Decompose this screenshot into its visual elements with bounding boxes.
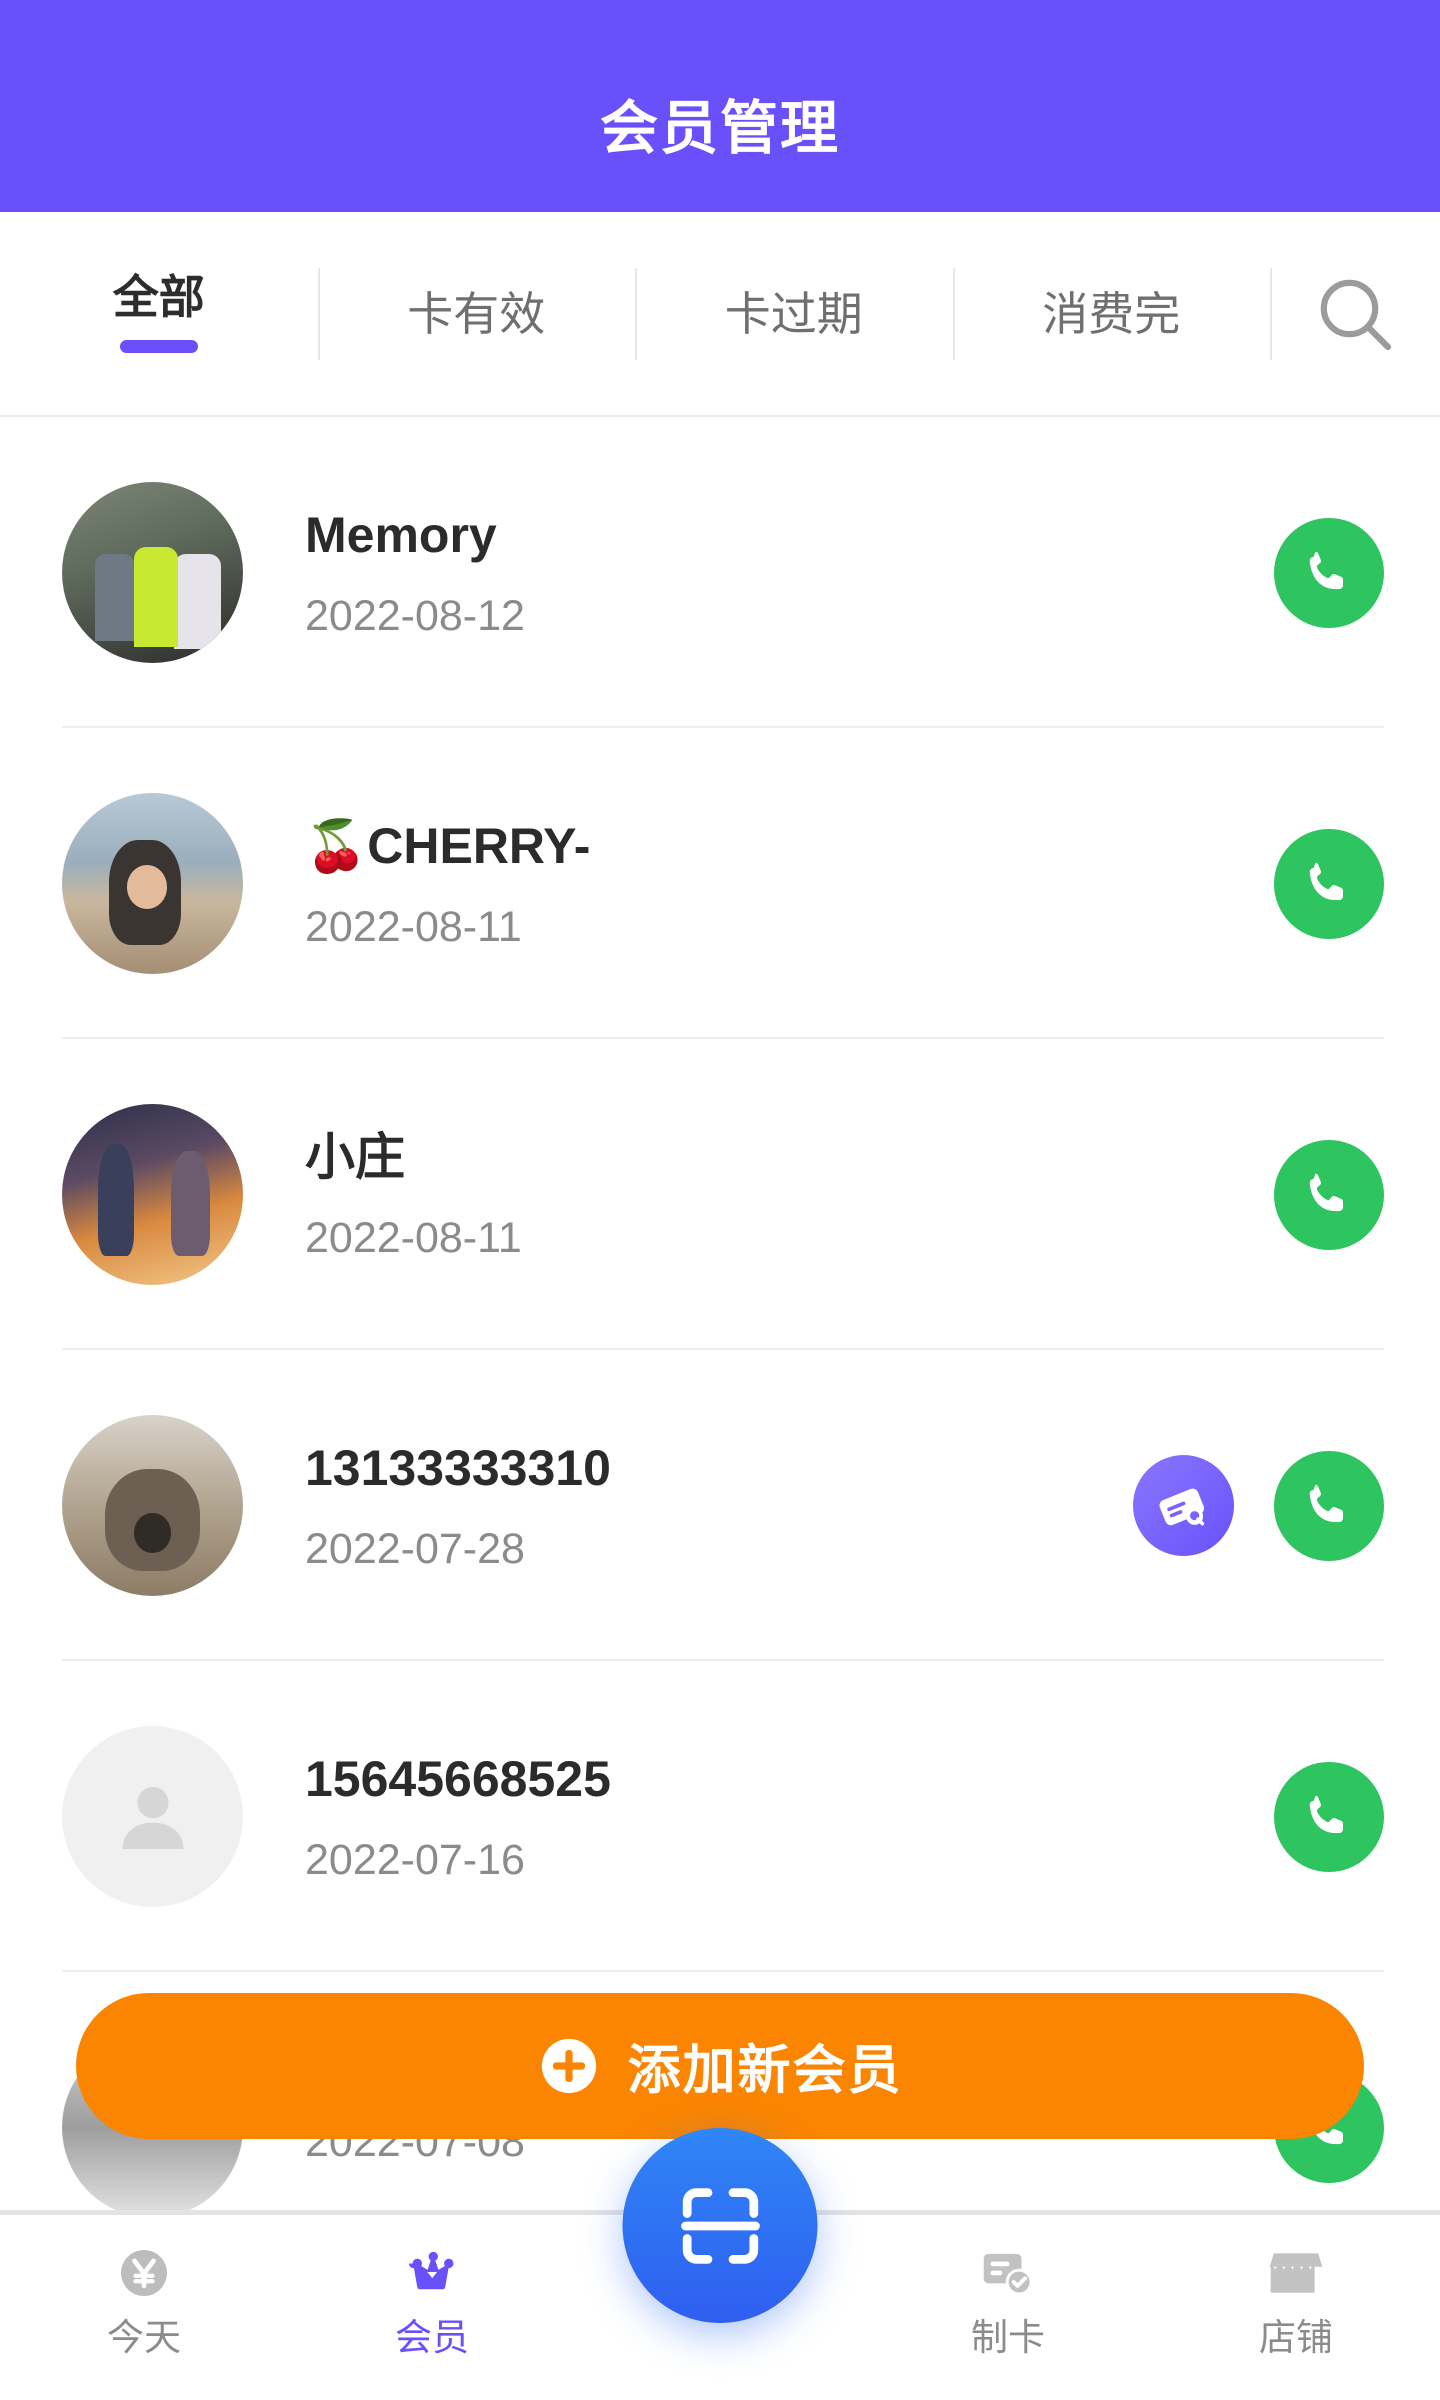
tab-card-expired[interactable]: 卡过期 — [635, 260, 953, 368]
search-icon — [1320, 279, 1392, 350]
tab-consumed[interactable]: 消费完 — [953, 260, 1271, 368]
call-button[interactable] — [1274, 828, 1384, 939]
phone-icon — [1309, 1173, 1343, 1211]
member-name: 🍒CHERRY- — [305, 818, 591, 875]
nav-item-store[interactable]: 店铺 — [1152, 2215, 1440, 2400]
tab-card-expired-label: 卡过期 — [724, 287, 863, 340]
call-button[interactable] — [1274, 517, 1384, 628]
member-name: 13133333310 — [305, 1440, 611, 1497]
page-title: 会员管理 — [599, 96, 840, 161]
table-row[interactable]: Memory 2022-08-12 — [0, 417, 1440, 728]
phone-icon — [1309, 1484, 1343, 1522]
member-date: 2022-08-12 — [305, 591, 525, 640]
member-name: 小庄 — [305, 1129, 405, 1186]
member-info: 🍒CHERRY- 2022-08-11 — [243, 818, 1274, 949]
member-info: 15645668525 2022-07-16 — [243, 1751, 1274, 1882]
filter-tabbar: 全部 卡有效 卡过期 消费完 — [0, 212, 1440, 417]
nav-item-make-card[interactable]: 制卡 — [864, 2215, 1152, 2400]
tab-active-indicator — [119, 340, 198, 353]
tab-card-valid-label: 卡有效 — [407, 287, 546, 340]
yen-circle-icon — [114, 2241, 174, 2305]
tab-consumed-label: 消费完 — [1042, 287, 1181, 340]
scan-icon — [680, 2187, 760, 2264]
member-info: 小庄 2022-08-11 — [243, 1129, 1274, 1260]
card-search-icon — [1158, 1488, 1204, 1525]
member-date: 2022-07-28 — [305, 1524, 525, 1573]
crown-icon — [401, 2241, 463, 2305]
table-row[interactable]: 🍒CHERRY- 2022-08-11 — [0, 728, 1440, 1039]
nav-label-make-card: 制卡 — [971, 2317, 1045, 2358]
add-member-button[interactable]: 添加新会员 — [76, 1993, 1364, 2139]
row-actions — [1274, 517, 1384, 628]
member-date: 2022-07-16 — [305, 1835, 525, 1884]
member-info: 13133333310 2022-07-28 — [243, 1440, 1133, 1571]
plus-circle-icon — [541, 2038, 596, 2094]
tab-card-valid[interactable]: 卡有效 — [318, 260, 636, 368]
call-button[interactable] — [1274, 1761, 1384, 1872]
nav-item-today[interactable]: 今天 — [0, 2215, 288, 2400]
call-button[interactable] — [1274, 1139, 1384, 1250]
avatar[interactable] — [62, 1415, 243, 1596]
avatar[interactable] — [62, 793, 243, 974]
default-person-icon — [122, 1786, 183, 1849]
table-row[interactable]: 13133333310 2022-07-28 — [0, 1350, 1440, 1661]
member-list[interactable]: Memory 2022-08-12 🍒CHERRY- 2022-08-11 小庄… — [0, 417, 1440, 2210]
nav-label-members: 会员 — [395, 2317, 469, 2358]
member-date: 2022-08-11 — [305, 902, 522, 951]
scan-fab-button[interactable] — [622, 2128, 818, 2323]
member-management-screen: 会员管理 全部 卡有效 卡过期 消费完 Memory 2022-08-12 🍒C… — [0, 0, 1440, 2400]
table-row[interactable]: 15645668525 2022-07-16 — [0, 1661, 1440, 1972]
tab-all[interactable]: 全部 — [0, 260, 318, 368]
nav-label-today: 今天 — [107, 2317, 181, 2358]
phone-icon — [1309, 862, 1343, 900]
add-member-label: 添加新会员 — [627, 2041, 903, 2100]
row-actions — [1274, 1761, 1384, 1872]
phone-icon — [1309, 1795, 1343, 1833]
table-row[interactable]: 小庄 2022-08-11 — [0, 1039, 1440, 1350]
member-name: 15645668525 — [305, 1751, 611, 1808]
call-button[interactable] — [1274, 1450, 1384, 1561]
tab-all-label: 全部 — [112, 271, 205, 323]
member-name: Memory — [305, 507, 497, 564]
row-actions — [1274, 1139, 1384, 1250]
phone-icon — [1309, 551, 1343, 589]
card-search-button[interactable] — [1133, 1455, 1234, 1556]
search-button[interactable] — [1270, 260, 1440, 368]
nav-label-store: 店铺 — [1259, 2317, 1333, 2358]
avatar[interactable] — [62, 482, 243, 663]
member-info: Memory 2022-08-12 — [243, 507, 1274, 638]
member-date: 2022-08-11 — [305, 1213, 522, 1262]
row-actions — [1274, 828, 1384, 939]
store-icon — [1265, 2241, 1327, 2305]
app-header: 会员管理 — [0, 0, 1440, 212]
avatar[interactable] — [62, 1726, 243, 1907]
card-check-icon — [977, 2241, 1039, 2305]
nav-item-members[interactable]: 会员 — [288, 2215, 576, 2400]
row-actions — [1133, 1450, 1384, 1561]
avatar[interactable] — [62, 1104, 243, 1285]
